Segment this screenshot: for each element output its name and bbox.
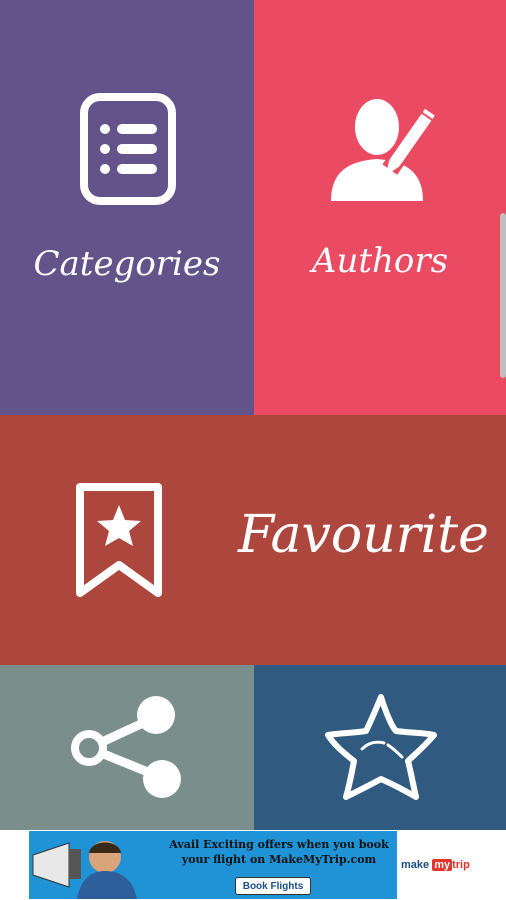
ad-banner[interactable]: Avail Exciting offers when you book your… bbox=[29, 831, 477, 899]
share-tile[interactable] bbox=[0, 665, 254, 830]
brand-my: my bbox=[432, 859, 453, 871]
brand-make: make bbox=[401, 859, 430, 871]
author-pen-icon bbox=[331, 99, 438, 201]
ad-headline: Avail Exciting offers when you book your… bbox=[169, 838, 389, 866]
book-flights-button[interactable]: Book Flights bbox=[235, 877, 311, 895]
brand-trip: trip bbox=[452, 859, 470, 871]
ad-container: Avail Exciting offers when you book your… bbox=[0, 830, 506, 900]
categories-label: Categories bbox=[33, 244, 221, 284]
share-icon bbox=[71, 696, 181, 798]
scrollbar[interactable] bbox=[500, 213, 506, 378]
list-icon bbox=[80, 93, 176, 205]
star-icon bbox=[325, 694, 437, 800]
ad-brand-text: make my trip bbox=[401, 859, 470, 871]
favourite-label: Favourite bbox=[238, 505, 489, 565]
bookmark-star-icon bbox=[76, 483, 162, 597]
megaphone-icon bbox=[29, 831, 159, 899]
categories-tile[interactable]: Categories bbox=[0, 0, 254, 415]
authors-tile[interactable]: Authors bbox=[254, 0, 506, 415]
rate-tile[interactable] bbox=[254, 665, 506, 830]
favourite-tile[interactable]: Favourite bbox=[0, 415, 506, 665]
ad-brand-logo: make my trip bbox=[397, 831, 477, 899]
authors-label: Authors bbox=[311, 241, 449, 281]
